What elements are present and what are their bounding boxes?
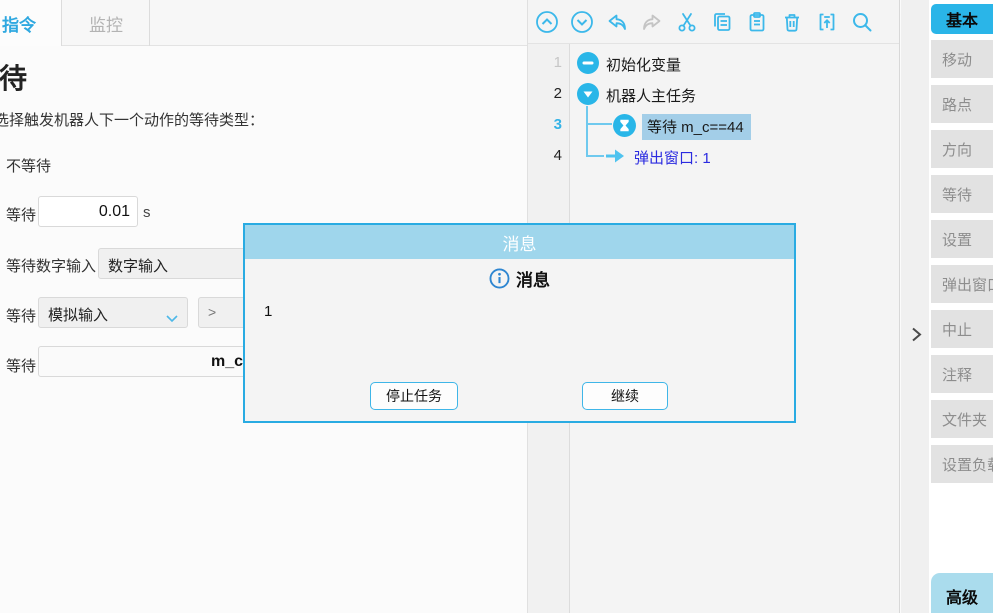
- wait-time-input[interactable]: 0.01: [38, 196, 138, 227]
- option-wait-expression-label[interactable]: 等待: [6, 355, 36, 376]
- insert-icon[interactable]: [815, 10, 839, 34]
- tab-monitor[interactable]: 监控: [63, 0, 150, 46]
- redo-icon: [640, 10, 664, 34]
- panel-collapse-strip: [901, 0, 929, 613]
- wait-type-description: 选择触发机器人下一个动作的等待类型：: [0, 109, 264, 130]
- dialog-titlebar[interactable]: 消息: [245, 225, 794, 259]
- continue-button[interactable]: 继续: [582, 382, 668, 410]
- stop-task-button[interactable]: 停止任务: [370, 382, 458, 410]
- digital-input-select[interactable]: 数字输入: [98, 248, 266, 279]
- tree-row-label-selected: 等待 m_c==44: [642, 114, 751, 140]
- paste-icon[interactable]: [745, 10, 769, 34]
- undo-icon[interactable]: [605, 10, 629, 34]
- copy-icon[interactable]: [710, 10, 734, 34]
- option-no-wait[interactable]: 不等待: [6, 155, 51, 176]
- popup-arrow-icon: [603, 144, 627, 168]
- sidebar-item-direction[interactable]: 方向: [931, 130, 993, 168]
- sidebar-item-set[interactable]: 设置: [931, 220, 993, 258]
- sidebar-item-move[interactable]: 移动: [931, 40, 993, 78]
- info-icon: [489, 268, 510, 289]
- analog-input-value: 模拟输入: [48, 307, 108, 324]
- sidebar-tab-advanced[interactable]: 高级: [931, 573, 993, 613]
- move-down-icon[interactable]: [570, 10, 594, 34]
- move-up-icon[interactable]: [535, 10, 559, 34]
- collapsed-node-icon[interactable]: [576, 51, 600, 75]
- wait-time-unit: s: [143, 204, 151, 221]
- delete-icon[interactable]: [780, 10, 804, 34]
- collapse-chevron-icon[interactable]: [909, 326, 923, 348]
- sidebar-tab-basic[interactable]: 基本: [931, 4, 993, 34]
- dialog-message-content: 1: [264, 303, 272, 320]
- tree-row-number: 1: [528, 54, 562, 71]
- dialog-heading: 消息: [516, 266, 550, 291]
- robot-teach-pendant-app: 指令 监控 等待 选择触发机器人下一个动作的等待类型： 不等待 等待 0.01 …: [0, 0, 993, 613]
- page-title: 等待: [0, 57, 27, 97]
- message-dialog: 消息 消息 1 停止任务 继续: [243, 223, 796, 423]
- hourglass-icon[interactable]: [612, 113, 636, 137]
- chevron-down-icon: [166, 310, 178, 327]
- dialog-info-row: 消息: [245, 266, 794, 291]
- sidebar-item-folder[interactable]: 文件夹: [931, 400, 993, 438]
- tree-row-label: 机器人主任务: [606, 85, 696, 106]
- search-icon[interactable]: [850, 10, 874, 34]
- tree-row-label-popup: 弹出窗口: 1: [634, 147, 711, 168]
- option-wait-time-label[interactable]: 等待: [6, 204, 36, 225]
- sidebar-item-payload[interactable]: 设置负载: [931, 445, 993, 483]
- option-wait-digital-label[interactable]: 等待数字输入: [6, 255, 96, 276]
- tab-instruction[interactable]: 指令: [0, 0, 62, 46]
- tab-bar: 指令 监控: [0, 0, 527, 46]
- tree-row-init-vars[interactable]: 1 初始化变量: [528, 48, 899, 79]
- tree-toolbar: [528, 0, 899, 44]
- sidebar-item-wait[interactable]: 等待: [931, 175, 993, 213]
- sidebar-item-abort[interactable]: 中止: [931, 310, 993, 348]
- sidebar-item-popup[interactable]: 弹出窗口: [931, 265, 993, 303]
- tree-row-popup[interactable]: 4 弹出窗口: 1: [528, 141, 899, 172]
- expanded-node-icon[interactable]: [576, 82, 600, 106]
- tree-row-number: 2: [528, 85, 562, 102]
- tree-row-label: 初始化变量: [606, 54, 681, 75]
- tree-row-number: 3: [528, 116, 562, 133]
- command-sidebar: 基本 移动 路点 方向 等待 设置 弹出窗口 中止 注释 文件夹 设置负载 高级: [929, 0, 993, 613]
- cut-icon[interactable]: [675, 10, 699, 34]
- tree-row-wait-selected[interactable]: 3 等待 m_c==44: [528, 110, 899, 141]
- sidebar-item-waypoint[interactable]: 路点: [931, 85, 993, 123]
- tree-row-main-task[interactable]: 2 机器人主任务: [528, 79, 899, 110]
- tree-row-number: 4: [528, 147, 562, 164]
- analog-input-select[interactable]: 模拟输入: [38, 297, 188, 328]
- option-wait-analog-label[interactable]: 等待: [6, 305, 36, 326]
- sidebar-item-comment[interactable]: 注释: [931, 355, 993, 393]
